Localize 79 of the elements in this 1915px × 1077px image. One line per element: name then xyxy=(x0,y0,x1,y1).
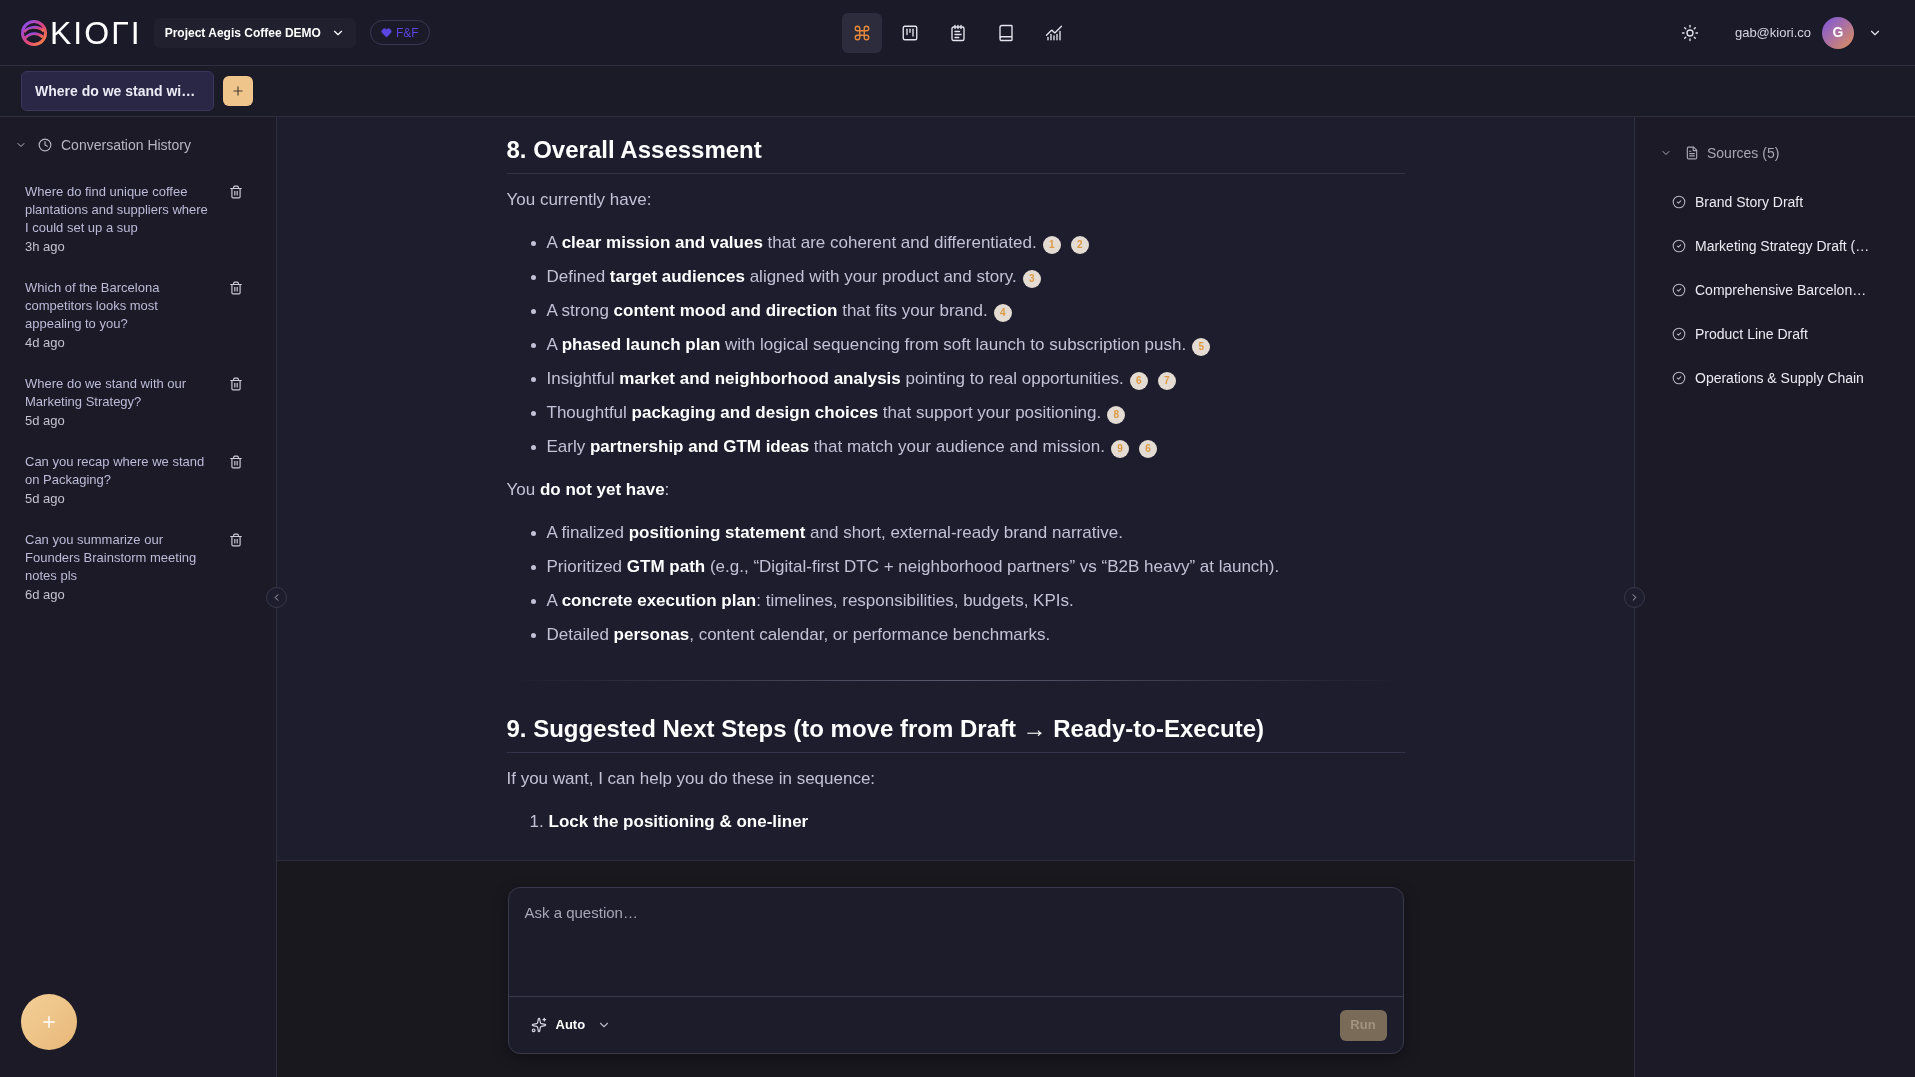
timestamp-text: 4d ago xyxy=(25,334,66,352)
board-icon xyxy=(900,23,919,42)
section-title: Conversation History xyxy=(61,135,191,155)
paragraph-text: You currently have: xyxy=(506,189,652,211)
bullet-icon xyxy=(530,376,536,382)
check-circle-icon[interactable] xyxy=(1672,195,1686,209)
bullet-icon xyxy=(530,274,536,280)
plus-icon xyxy=(40,1013,58,1031)
source-item[interactable]: Operations & Supply Chain xyxy=(1695,367,1864,389)
bullet-icon xyxy=(530,632,536,638)
trash-icon[interactable] xyxy=(229,533,243,547)
sparkle-icon xyxy=(530,1017,547,1033)
timestamp-text: 5d ago xyxy=(25,412,66,430)
list-item-text: Detailed personas, content calendar, or performance benchmarks. xyxy=(546,624,1051,646)
floating-add-button[interactable] xyxy=(21,994,77,1050)
source-item[interactable]: Marketing Strategy Draft (… xyxy=(1695,235,1870,257)
list-item-text: A clear mission and values that are coherent and differentiated. xyxy=(546,232,1037,254)
history-item[interactable]: Can you recap where we stand on Packaging? xyxy=(25,453,213,489)
check-circle-icon[interactable] xyxy=(1672,371,1686,385)
chart-icon xyxy=(1044,23,1063,42)
list-item-text: Lock the positioning & one-liner xyxy=(548,811,809,834)
check-circle-icon[interactable] xyxy=(1672,283,1686,297)
bullet-icon xyxy=(530,410,536,416)
trash-icon[interactable] xyxy=(229,455,243,469)
list-number: 1. xyxy=(529,811,545,834)
bullet-icon xyxy=(530,342,536,348)
logo-icon xyxy=(21,19,47,46)
project-dropdown[interactable]: Project Aegis Coffee DEMO xyxy=(153,17,356,48)
list-item-text: Insightful market and neighborhood analysis pointing to real opportunities. xyxy=(546,368,1124,390)
list-item-text: A strong content mood and direction that fits your brand. xyxy=(546,300,988,322)
history-item[interactable]: Which of the Barcelona competitors looks most appealing to you? xyxy=(25,279,213,333)
check-circle-icon[interactable] xyxy=(1672,239,1686,253)
history-item[interactable]: Where do we stand with our Marketing Strategy? xyxy=(25,375,213,411)
bullet-icon xyxy=(530,564,536,570)
bullet-icon xyxy=(530,444,536,450)
section-heading: 8. Overall Assessment xyxy=(506,134,1405,174)
list-item-text: Thoughtful packaging and design choices that support your positioning. xyxy=(546,402,1102,424)
timestamp-text: 3h ago xyxy=(25,238,66,256)
notepad-icon xyxy=(948,23,967,42)
logo-text: KIOΓI xyxy=(50,14,142,51)
book-icon xyxy=(996,23,1015,42)
history-item[interactable]: Where do find unique coffee plantations and suppliers where I could set up a sup xyxy=(25,183,213,237)
new-tab-button[interactable] xyxy=(223,76,254,106)
trash-icon[interactable] xyxy=(229,377,243,391)
list-item-text: Defined target audiences aligned with your product and story. xyxy=(546,266,1017,288)
mode-dropdown[interactable]: Auto xyxy=(530,1015,612,1035)
toolbar-button[interactable] xyxy=(841,12,882,53)
bullet-icon xyxy=(530,240,536,246)
conversation-tab[interactable]: Where do we stand wi… xyxy=(21,71,215,111)
user-email: gab@kiori.co xyxy=(1734,23,1811,42)
paragraph-text: You do not yet have: xyxy=(506,479,670,501)
document-icon xyxy=(1685,146,1699,160)
clock-icon xyxy=(38,138,52,152)
source-item[interactable]: Brand Story Draft xyxy=(1695,191,1804,213)
heart-icon xyxy=(380,27,392,38)
section-title: Sources (5) xyxy=(1707,143,1780,163)
list-item-text: A concrete execution plan: timelines, responsibilities, budgets, KPIs. xyxy=(546,590,1074,612)
list-item-text: Prioritized GTM path (e.g., “Digital-first DTC + neighborhood partners” vs “B2B heavy” at launch). xyxy=(546,556,1280,578)
trash-icon[interactable] xyxy=(229,185,243,199)
paragraph-text: If you want, I can help you do these in sequence: xyxy=(506,768,876,790)
sun-icon xyxy=(1680,23,1699,42)
section-heading: 9. Suggested Next Steps (to move from Draft → Ready-to-Execute) xyxy=(506,713,1405,753)
bullet-icon xyxy=(530,530,536,536)
plus-icon xyxy=(231,84,246,98)
trash-icon[interactable] xyxy=(229,281,243,295)
list-item-text: A finalized positioning statement and short, external-ready brand narrative. xyxy=(546,522,1123,544)
bullet-icon xyxy=(530,308,536,314)
command-icon xyxy=(852,23,871,42)
list-item-text: Early partnership and GTM ideas that match your audience and mission. xyxy=(546,436,1105,458)
list-item-text: A phased launch plan with logical sequencing from soft launch to subscription push. xyxy=(546,334,1187,356)
history-item[interactable]: Can you summarize our Founders Brainstorm meeting notes pls xyxy=(25,531,213,585)
user-avatar[interactable]: G xyxy=(1822,16,1854,49)
timestamp-text: 6d ago xyxy=(25,586,66,604)
bullet-icon xyxy=(530,598,536,604)
source-item[interactable]: Comprehensive Barcelon… xyxy=(1695,279,1867,301)
question-input[interactable]: Ask a question… xyxy=(508,888,1403,996)
timestamp-text: 5d ago xyxy=(25,490,66,508)
check-circle-icon[interactable] xyxy=(1672,327,1686,341)
source-item[interactable]: Product Line Draft xyxy=(1695,323,1808,345)
